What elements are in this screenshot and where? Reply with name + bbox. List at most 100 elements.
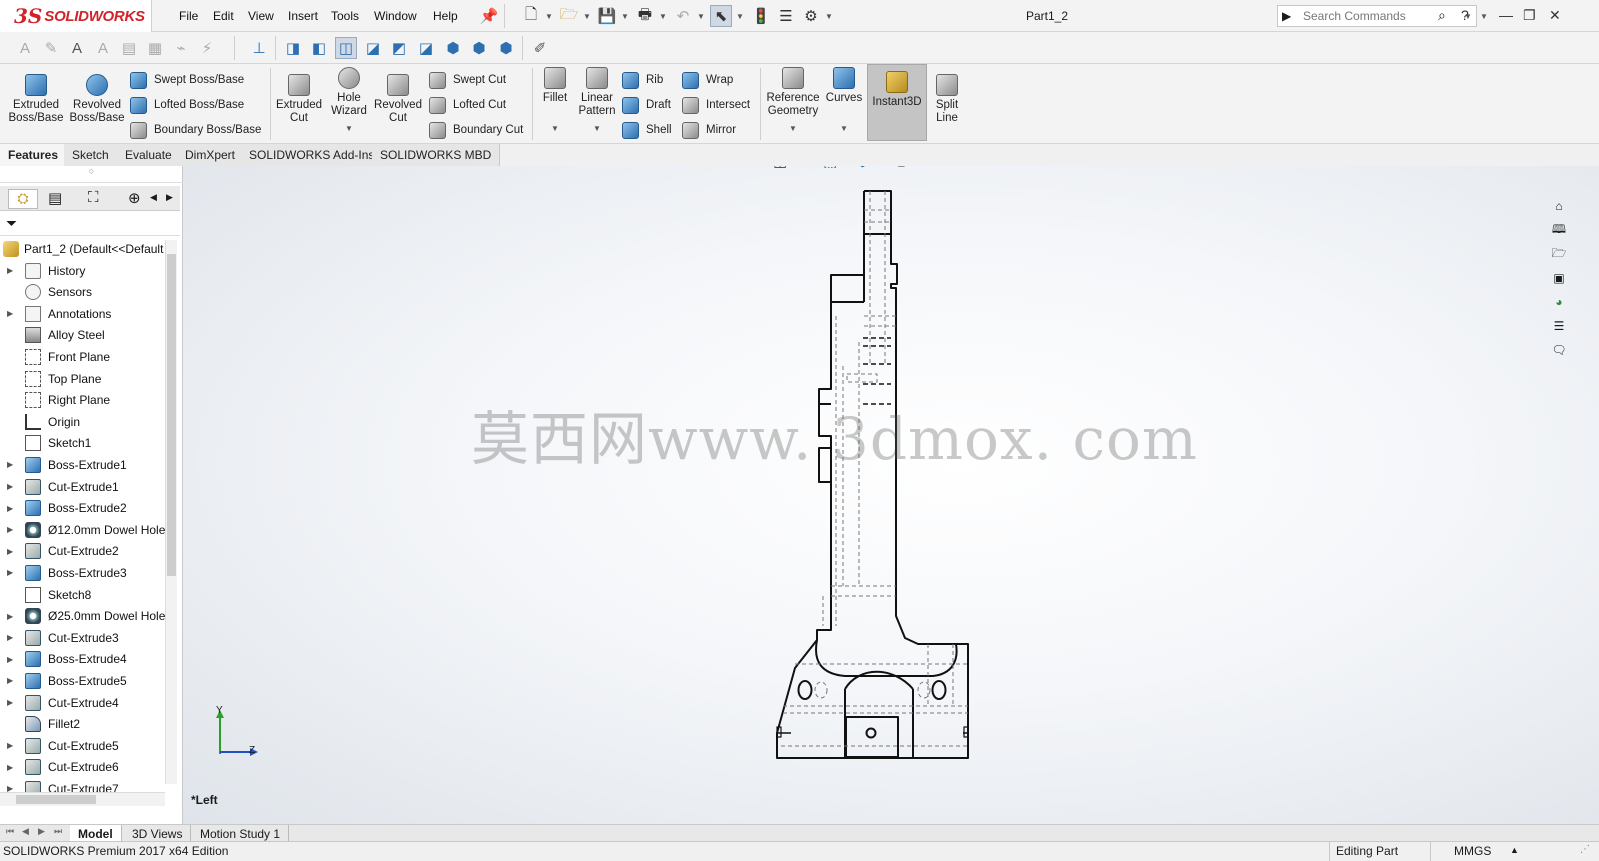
top-view-icon[interactable]: ◩: [388, 37, 410, 59]
swept-cut-button[interactable]: Swept Cut: [429, 68, 506, 92]
undo-icon[interactable]: ↶: [672, 5, 694, 27]
minimize-window-button[interactable]: —: [1499, 7, 1513, 23]
expand-arrow-icon[interactable]: ▶: [7, 763, 13, 772]
tree-item[interactable]: Fillet2: [0, 714, 165, 735]
units-dropdown-icon[interactable]: ▲: [1510, 845, 1519, 855]
pattern-dropdown-icon[interactable]: ▼: [574, 122, 620, 135]
tree-item[interactable]: ▶ Boss-Extrude3: [0, 562, 165, 583]
search-icon[interactable]: ⌕: [1438, 7, 1446, 24]
extruded-cut-button[interactable]: Extruded Cut: [273, 68, 325, 125]
tree-item[interactable]: ▶ Cut-Extrude1: [0, 476, 165, 497]
tree-item[interactable]: Front Plane: [0, 346, 165, 367]
expand-arrow-icon[interactable]: ▶: [7, 612, 13, 621]
normal-to-icon[interactable]: ⊥: [248, 37, 270, 59]
model-left-view[interactable]: [183, 166, 1599, 824]
tree-item[interactable]: ▶ Boss-Extrude5: [0, 670, 165, 691]
tree-item[interactable]: Origin: [0, 411, 165, 432]
file-explorer-icon[interactable]: 🗁: [1545, 242, 1573, 266]
solidworks-logo[interactable]: 3S SOLIDWORKS: [0, 0, 152, 32]
hole-wizard-button[interactable]: Hole Wizard ▼: [327, 61, 371, 135]
rib-button[interactable]: Rib: [622, 68, 663, 92]
menu-help[interactable]: Help: [433, 9, 458, 23]
tab-features[interactable]: Features: [0, 144, 68, 166]
tree-item[interactable]: Sketch1: [0, 433, 165, 454]
tree-item[interactable]: Alloy Steel: [0, 325, 165, 346]
tab-model[interactable]: Model: [70, 825, 122, 842]
tree-item[interactable]: ▶ Ø12.0mm Dowel Hole1: [0, 519, 172, 540]
tree-item[interactable]: ▶ Cut-Extrude6: [0, 757, 165, 778]
expand-arrow-icon[interactable]: ▶: [7, 266, 13, 275]
dimetric-view-icon[interactable]: ⬢: [495, 37, 517, 59]
featuremanager-tab-icon[interactable]: ⛭: [8, 189, 38, 209]
help-question-icon[interactable]: ?: [1461, 7, 1469, 23]
trimetric-view-icon[interactable]: ⬢: [468, 37, 490, 59]
draft-button[interactable]: Draft: [622, 93, 671, 117]
tree-horizontal-scrollbar[interactable]: [0, 792, 165, 806]
reference-geometry-dropdown-icon[interactable]: ▼: [763, 122, 823, 135]
pin-icon[interactable]: 📌: [478, 5, 500, 27]
tree-item[interactable]: ▶ Annotations: [0, 303, 165, 324]
open-folder-icon[interactable]: 🗁: [558, 5, 580, 27]
tree-item[interactable]: Sensors: [0, 282, 165, 303]
new-document-icon[interactable]: 🗋: [520, 5, 542, 27]
hole-wizard-dropdown-icon[interactable]: ▼: [327, 122, 371, 135]
tree-item[interactable]: ▶ Boss-Extrude1: [0, 454, 165, 475]
menu-insert[interactable]: Insert: [288, 9, 318, 23]
restore-window-button[interactable]: ❐: [1523, 7, 1536, 24]
tree-item[interactable]: ▶ Cut-Extrude2: [0, 541, 165, 562]
tab-solidworks-add-ins[interactable]: SOLIDWORKS Add-Ins: [241, 144, 384, 166]
revolved-boss-button[interactable]: Revolved Boss/Base: [69, 68, 125, 125]
forum-icon[interactable]: 🗨: [1545, 338, 1573, 362]
search-commands-input[interactable]: ▶ Search Commands ⌕ ▼: [1277, 5, 1477, 27]
tree-item[interactable]: ▶ Cut-Extrude4: [0, 692, 165, 713]
expand-arrow-icon[interactable]: ▶: [7, 633, 13, 642]
tree-item[interactable]: Right Plane: [0, 390, 165, 411]
expand-arrow-icon[interactable]: ▶: [7, 525, 13, 534]
close-window-button[interactable]: ✕: [1549, 7, 1561, 24]
boundary-cut-button[interactable]: Boundary Cut: [429, 118, 523, 142]
lofted-cut-button[interactable]: Lofted Cut: [429, 93, 506, 117]
revolved-cut-button[interactable]: Revolved Cut: [373, 68, 423, 125]
configurationmanager-tab-icon[interactable]: ⛶: [88, 189, 99, 206]
tree-item[interactable]: ▶ Cut-Extrude3: [0, 627, 165, 648]
expand-arrow-icon[interactable]: ▶: [7, 741, 13, 750]
intersect-button[interactable]: Intersect: [682, 93, 750, 117]
prev-tab-arrow-icon[interactable]: ◀: [22, 826, 29, 837]
custom-properties-icon[interactable]: ☰: [1545, 314, 1573, 338]
file-properties-icon[interactable]: ☰: [775, 5, 797, 27]
lofted-boss-button[interactable]: Lofted Boss/Base: [130, 93, 244, 117]
view-palette-icon[interactable]: ▣: [1545, 266, 1573, 290]
last-tab-arrow-icon[interactable]: ⏭: [54, 826, 62, 837]
tab-motion-study-1[interactable]: Motion Study 1: [192, 825, 290, 842]
menu-window[interactable]: Window: [374, 9, 417, 23]
bottom-view-icon[interactable]: ◪: [415, 37, 437, 59]
menu-file[interactable]: File: [179, 9, 198, 23]
tree-item[interactable]: ▶ History: [0, 260, 165, 281]
curves-button[interactable]: Curves ▼: [824, 61, 864, 135]
tab-3d-views[interactable]: 3D Views: [124, 825, 192, 842]
options-gear-icon[interactable]: ⚙: [800, 5, 822, 27]
panel-splitter-handle[interactable]: ○: [0, 166, 183, 183]
dimxpertmanager-tab-icon[interactable]: ⊕: [128, 189, 141, 207]
shell-button[interactable]: Shell: [622, 118, 672, 142]
mirror-button[interactable]: Mirror: [682, 118, 736, 142]
propertymanager-tab-icon[interactable]: ▤: [48, 189, 62, 207]
expand-arrow-icon[interactable]: ▶: [7, 655, 13, 664]
weld-icon[interactable]: ⌁: [170, 37, 192, 59]
graphics-area[interactable]: ⌕ ⌕ ↺ ◫ ✦ ⬚ ▼ ⬢ ▼ 👁 ▼ ● ◕ ▼ 🖵 ▼ ◧ ◨ — ❐ …: [183, 166, 1599, 824]
boundary-boss-button[interactable]: Boundary Boss/Base: [130, 118, 261, 142]
menu-edit[interactable]: Edit: [213, 9, 234, 23]
linear-pattern-button[interactable]: Linear Pattern ▼: [574, 61, 620, 135]
reference-geometry-button[interactable]: Reference Geometry ▼: [763, 61, 823, 135]
split-line-button[interactable]: Split Line: [929, 68, 965, 125]
tab-evaluate[interactable]: Evaluate: [117, 144, 181, 166]
expand-arrow-icon[interactable]: ▶: [7, 568, 13, 577]
rebuild-icon[interactable]: 🚦: [750, 5, 772, 27]
left-view-icon[interactable]: ◫: [335, 37, 357, 59]
tree-item[interactable]: ▶ Cut-Extrude5: [0, 735, 165, 756]
solidworks-resources-icon[interactable]: ⌂: [1545, 194, 1573, 218]
tab-scroll-right-icon[interactable]: ▶: [166, 192, 173, 203]
extruded-boss-button[interactable]: Extruded Boss/Base: [8, 68, 64, 125]
menu-view[interactable]: View: [248, 9, 274, 23]
tab-sketch[interactable]: Sketch: [64, 144, 118, 166]
